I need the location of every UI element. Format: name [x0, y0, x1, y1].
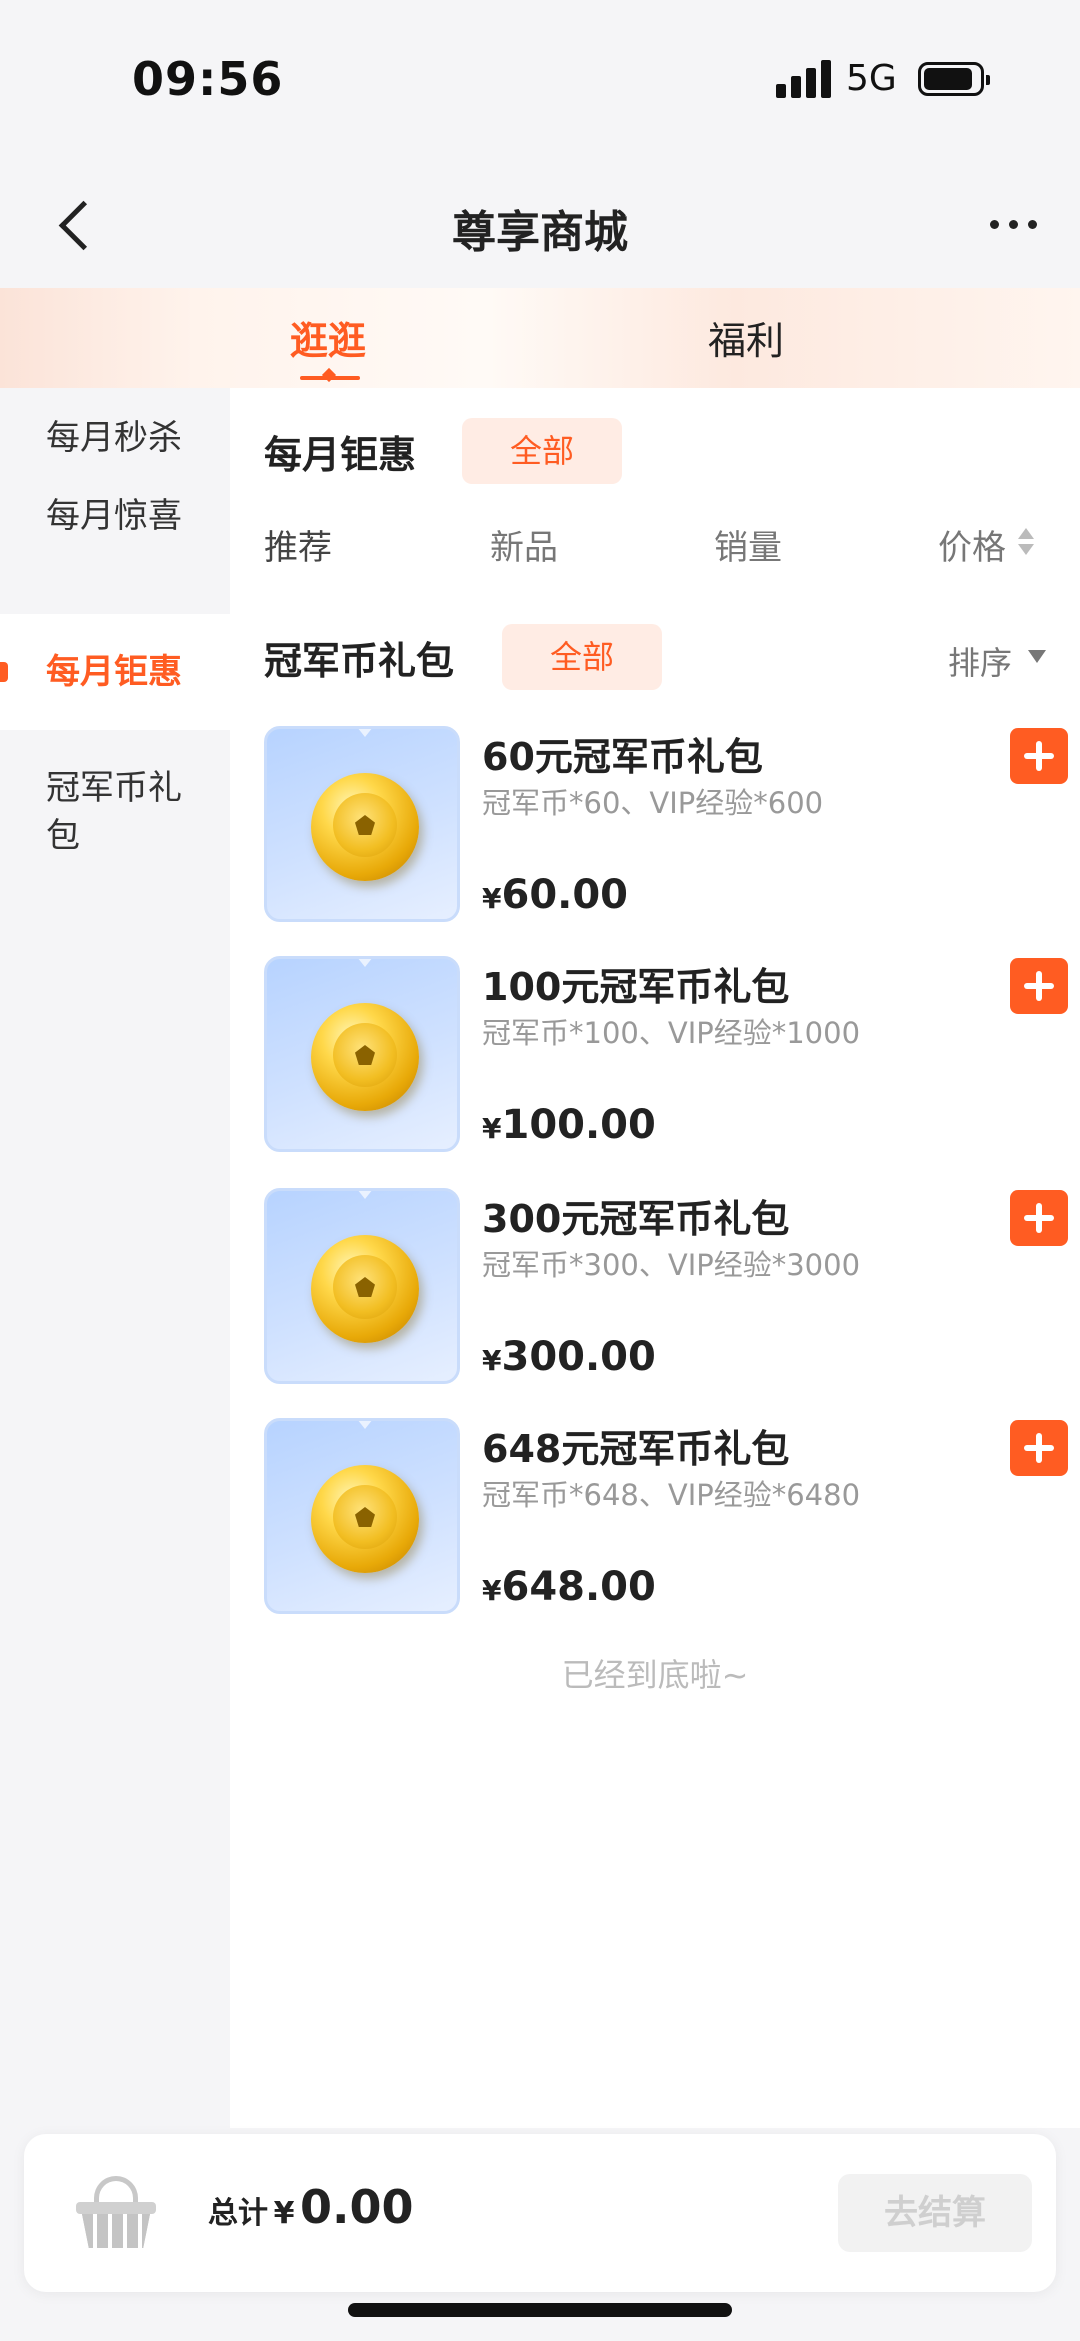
sidebar-item-monthly-surprise[interactable]: 每月惊喜: [0, 492, 230, 552]
product-image: [264, 956, 460, 1152]
product-price: ¥100.00: [482, 1102, 656, 1148]
nav-bar: 尊享商城: [0, 160, 1080, 290]
sort-button[interactable]: 排序: [948, 638, 1012, 684]
add-to-cart-button[interactable]: [1010, 1190, 1068, 1246]
cart-total: 总计 ¥ 0.00: [208, 2180, 414, 2234]
product-card[interactable]: 60元冠军币礼包 冠军币*60、VIP经验*600 ¥60.00: [264, 726, 1068, 926]
add-to-cart-button[interactable]: [1010, 958, 1068, 1014]
tab-active-indicator: [300, 376, 360, 380]
product-name: 648元冠军币礼包: [482, 1427, 790, 1471]
add-to-cart-button[interactable]: [1010, 728, 1068, 784]
caret-down-icon: [1028, 650, 1046, 663]
filter-new[interactable]: 新品: [490, 520, 558, 569]
section-title: 每月钜惠: [264, 433, 417, 477]
product-image: [264, 1418, 460, 1614]
product-description: 冠军币*100、VIP经验*1000: [482, 1016, 861, 1050]
category-title: 冠军币礼包: [264, 639, 455, 683]
product-price: ¥300.00: [482, 1334, 656, 1380]
section-filter-chip[interactable]: 全部: [462, 418, 622, 484]
back-icon[interactable]: [50, 190, 110, 260]
sidebar-item-coin-packs[interactable]: 冠军币礼包: [0, 764, 230, 864]
basket-icon[interactable]: [76, 2174, 156, 2250]
gold-coin-icon: [311, 773, 419, 881]
product-name: 100元冠军币礼包: [482, 965, 790, 1009]
cart-bar: 总计 ¥ 0.00 去结算: [24, 2134, 1056, 2292]
tab-benefits[interactable]: 福利: [708, 310, 784, 365]
filter-recommended[interactable]: 推荐: [264, 520, 332, 569]
gold-coin-icon: [311, 1003, 419, 1111]
category-filter-chip[interactable]: 全部: [502, 624, 662, 690]
product-description: 冠军币*300、VIP经验*3000: [482, 1248, 861, 1282]
gold-coin-icon: [311, 1235, 419, 1343]
filter-sales[interactable]: 销量: [714, 520, 782, 569]
filter-price[interactable]: 价格: [938, 520, 1006, 569]
product-card[interactable]: 300元冠军币礼包 冠军币*300、VIP经验*3000 ¥300.00: [264, 1188, 1068, 1388]
end-of-list-note: 已经到底啦~: [561, 1656, 749, 1694]
sidebar-item-monthly-deals[interactable]: 每月钜惠: [0, 614, 230, 730]
status-bar: 09:56 5G: [0, 0, 1080, 160]
sidebar-item-label: 每月钜惠: [46, 652, 182, 692]
main-content: 每月钜惠 全部 推荐 新品 销量 价格 冠军币礼包 全部 排序 60元冠军币礼包…: [230, 388, 1080, 2128]
sidebar-item-monthly-flash-sale[interactable]: 每月秒杀: [0, 414, 230, 474]
add-to-cart-button[interactable]: [1010, 1420, 1068, 1476]
product-card[interactable]: 100元冠军币礼包 冠军币*100、VIP经验*1000 ¥100.00: [264, 956, 1068, 1156]
product-name: 60元冠军币礼包: [482, 735, 763, 779]
sidebar-item-label: 冠军币礼包: [46, 768, 182, 856]
product-description: 冠军币*648、VIP经验*6480: [482, 1478, 861, 1512]
product-name: 300元冠军币礼包: [482, 1197, 790, 1241]
page-title: 尊享商城: [452, 207, 628, 258]
tab-browse[interactable]: 逛逛: [290, 310, 366, 365]
top-tabs: 逛逛 福利: [0, 288, 1080, 388]
cart-total-label: 总计: [208, 2196, 268, 2231]
product-price: ¥60.00: [482, 872, 629, 918]
product-card[interactable]: 648元冠军币礼包 冠军币*648、VIP经验*6480 ¥648.00: [264, 1418, 1068, 1618]
sort-arrows-icon: [1018, 528, 1034, 558]
status-time: 09:56: [132, 52, 284, 106]
cellular-signal-icon: [776, 60, 832, 98]
product-image: [264, 1188, 460, 1384]
checkout-button[interactable]: 去结算: [838, 2174, 1032, 2252]
network-label: 5G: [846, 58, 897, 99]
more-icon[interactable]: [984, 212, 1044, 236]
product-price: ¥648.00: [482, 1564, 656, 1610]
home-indicator[interactable]: [348, 2303, 732, 2317]
product-description: 冠军币*60、VIP经验*600: [482, 786, 824, 820]
battery-icon: [918, 62, 990, 96]
product-image: [264, 726, 460, 922]
sidebar-item-label: 每月惊喜: [46, 496, 182, 536]
cart-total-amount: 0.00: [300, 2180, 414, 2234]
category-sidebar: 每月秒杀 每月惊喜 每月钜惠 冠军币礼包: [0, 388, 230, 2128]
sidebar-item-label: 每月秒杀: [46, 418, 182, 458]
gold-coin-icon: [311, 1465, 419, 1573]
